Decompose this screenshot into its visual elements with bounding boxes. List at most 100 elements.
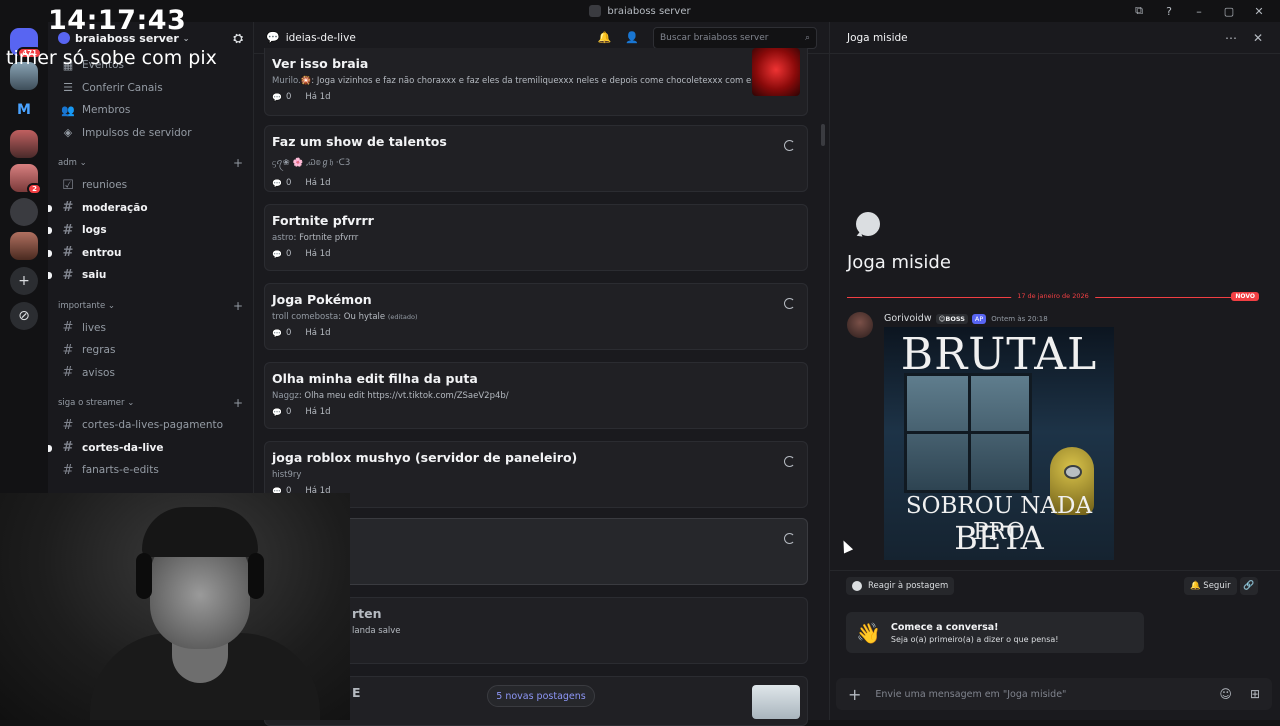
hash-icon: # [62, 200, 74, 216]
server-icon-3[interactable] [10, 130, 38, 158]
close-button[interactable]: ✕ [1246, 0, 1272, 22]
post-card[interactable]: Faz um show de talentos ᦓꪖ❀ 🌸 ,Ꮗ𝕠ℊ𝔥 ·ᑕ3 … [264, 125, 808, 192]
nav-label: Conferir Canais [82, 81, 163, 94]
channel-logs[interactable]: # logs [48, 219, 253, 242]
notification-badge: 2 [27, 183, 42, 195]
starter-text: Comece a conversa! Seja o(a) primeiro(a)… [891, 622, 1059, 644]
discover-icon[interactable]: ⊘ [10, 302, 38, 330]
add-server-icon[interactable]: + [10, 267, 38, 295]
post-meta: 💬 0 Há 1d [272, 249, 800, 259]
window-controls: ⧉ ? – ▢ ✕ [1126, 0, 1280, 22]
post-preview: Naggz: Olha meu edit https://vt.tiktok.c… [272, 391, 509, 401]
post-preview: Murilo.🎇: Joga vizinhos e faz não chorax… [272, 76, 764, 86]
meme-image[interactable]: BRUTAL SOBROU NADA PRO BETA [884, 327, 1114, 560]
post-author: astro [272, 233, 294, 243]
react-label: Reagir à postagem [868, 581, 949, 591]
server-icon-4[interactable]: 2 [10, 164, 42, 195]
edited-label: (editado) [387, 313, 418, 321]
channel-entrou[interactable]: # entrou [48, 242, 253, 265]
members-icon: 👥 [61, 103, 75, 117]
nav-members[interactable]: 👥 Membros [48, 99, 253, 122]
post-title: Olha minha edit filha da puta [272, 371, 478, 386]
channel-avisos[interactable]: # avisos [48, 362, 253, 385]
reply-count: 0 [285, 178, 292, 188]
channel-reunioes[interactable]: ☑ reunioes [48, 174, 253, 197]
server-icon-braiaboss[interactable] [10, 198, 38, 226]
new-messages-divider: 17 de janeiro de 2026 NOVO [847, 292, 1259, 301]
new-posts-button[interactable]: 5 novas postagens [487, 685, 595, 707]
post-thumbnail[interactable] [752, 685, 800, 719]
channel-label: fanarts-e-edits [82, 464, 159, 477]
avatar[interactable] [847, 312, 873, 338]
hash-icon: # [62, 417, 74, 433]
new-badge: NOVO [1231, 292, 1259, 301]
server-tag[interactable]: 😉BOSS [935, 313, 968, 324]
attach-plus-icon[interactable]: + [848, 685, 861, 704]
post-preview: landa salve [352, 626, 401, 636]
search-input[interactable]: Buscar braiaboss server ⌕ [653, 26, 817, 49]
follow-button[interactable]: 🔔 Seguir [1184, 577, 1237, 595]
server-icon-2[interactable]: M [10, 96, 38, 124]
add-channel-icon[interactable]: + [233, 396, 243, 410]
channel-fanarts-e-edits[interactable]: # fanarts-e-edits [48, 459, 253, 482]
channel-cortes-da-lives-pagamento[interactable]: # cortes-da-lives-pagamento [48, 414, 253, 437]
post-card[interactable]: Ver isso braia Murilo.🎇: Joga vizinhos e… [264, 48, 808, 116]
channel-label: avisos [82, 366, 115, 379]
post-meta: 💬 0 Há 1d [272, 328, 800, 338]
minimize-button[interactable]: – [1186, 0, 1212, 22]
maximize-button[interactable]: ▢ [1216, 0, 1242, 22]
close-icon[interactable]: ✕ [1253, 31, 1263, 45]
nav-server-boosts[interactable]: ◈ Impulsos de servidor [48, 122, 253, 145]
message-input[interactable]: + Envie uma mensagem em "Joga miside" ☺ … [836, 678, 1272, 710]
nav-browse-channels[interactable]: ☰ Conferir Canais [48, 77, 253, 100]
post-card[interactable]: Fortnite pfvrrr astro: Fortnite pfvrrr 💬… [264, 204, 808, 271]
post-age: Há 1d [305, 328, 331, 338]
hash-icon: # [62, 320, 74, 336]
post-title: rten [352, 606, 382, 621]
copy-link-icon[interactable]: 🔗 [1240, 577, 1258, 595]
post-card[interactable]: Joga Pokémon troll comebosta: Ou hytale … [264, 283, 808, 350]
add-channel-icon[interactable]: + [233, 299, 243, 313]
apps-icon[interactable]: ⊞ [1250, 687, 1260, 701]
category-importante[interactable]: importante ⌄ + [48, 295, 253, 317]
reply-count: 0 [285, 407, 292, 417]
post-meta: 💬 0 Há 1d [272, 407, 800, 417]
category-siga-o-streamer[interactable]: siga o streamer ⌄ + [48, 392, 253, 414]
channel-cortes-da-live[interactable]: # cortes-da-live [48, 437, 253, 460]
loading-spinner-icon [784, 298, 795, 309]
post-title: Faz um show de talentos [272, 134, 447, 149]
thread-header-title: Joga miside [847, 31, 908, 44]
post-preview: astro: Fortnite pfvrrr [272, 233, 359, 243]
scrollbar-thumb[interactable] [821, 124, 825, 146]
post-card[interactable]: Olha minha edit filha da puta Naggz: Olh… [264, 362, 808, 429]
post-thumbnail[interactable] [752, 48, 800, 96]
hash-icon: # [62, 342, 74, 358]
emoji-icon[interactable]: ☺ [1219, 687, 1232, 701]
server-icon [589, 5, 602, 17]
channel-lives[interactable]: # lives [48, 317, 253, 340]
members-icon[interactable]: 👤 [625, 31, 639, 44]
chevron-down-icon: ⌄ [105, 300, 116, 311]
server-icon-5[interactable] [10, 232, 38, 260]
channel-regras[interactable]: # regras [48, 339, 253, 362]
add-channel-icon[interactable]: + [233, 156, 243, 170]
nav-label: Impulsos de servidor [82, 126, 192, 139]
follow-label: Seguir [1203, 581, 1231, 591]
bell-icon[interactable]: 🔔 [598, 31, 612, 44]
category-adm[interactable]: adm ⌄ + [48, 152, 253, 174]
channel-moderacao[interactable]: # moderação [48, 197, 253, 220]
channel-saiu[interactable]: # saiu [48, 264, 253, 287]
hash-icon: # [62, 267, 74, 283]
channel-label: regras [82, 344, 116, 357]
channel-label: saiu [82, 269, 107, 282]
hash-icon: # [62, 222, 74, 238]
author-name[interactable]: Gorivoidw [884, 313, 932, 324]
post-author: troll comebosta [272, 312, 339, 322]
help-icon[interactable]: ? [1156, 0, 1182, 22]
more-options-icon[interactable]: ⋯ [1225, 31, 1237, 45]
inbox-icon[interactable]: ⧉ [1126, 0, 1152, 22]
category-label: adm [58, 158, 77, 168]
react-to-post-button[interactable]: Reagir à postagem [846, 577, 955, 595]
invite-icon[interactable]: ⛭ [233, 31, 243, 46]
message-header: Gorivoidw 😉BOSS AP Ontem às 20:18 [884, 313, 1048, 324]
